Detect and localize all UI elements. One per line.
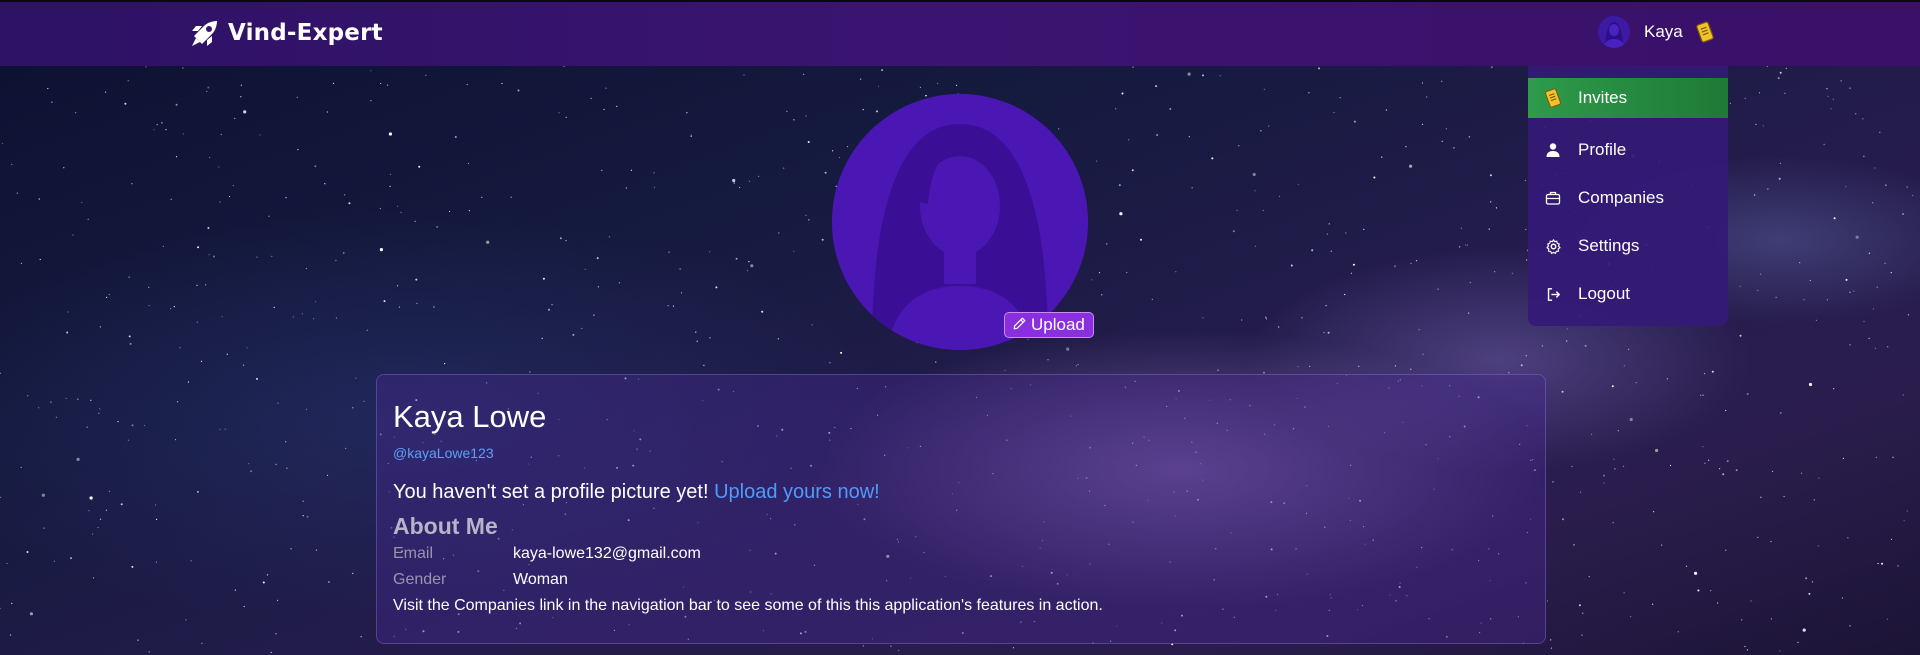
user-avatar <box>1598 16 1630 48</box>
gender-value: Woman <box>513 571 568 588</box>
menu-item-invites[interactable]: Invites <box>1528 78 1728 118</box>
menu-item-logout[interactable]: Logout <box>1528 274 1728 314</box>
invite-notification-icon <box>1693 20 1717 44</box>
user-dropdown-menu: Invites Profile Companies Settings Logou… <box>1528 66 1728 326</box>
upload-button-label: Upload <box>1031 315 1085 334</box>
profile-handle: @kayaLowe123 <box>393 445 494 461</box>
upload-picture-button[interactable]: Upload <box>1004 312 1094 338</box>
upload-now-link[interactable]: Upload yours now! <box>714 481 880 503</box>
menu-item-companies[interactable]: Companies <box>1528 178 1728 218</box>
menu-item-label: Invites <box>1578 88 1628 107</box>
no-picture-message: You haven't set a profile picture yet! U… <box>393 481 880 504</box>
menu-item-settings[interactable]: Settings <box>1528 226 1728 266</box>
menu-item-label: Profile <box>1578 140 1627 159</box>
gender-label: Gender <box>393 571 447 588</box>
brand-name: Vind-Expert <box>228 20 383 46</box>
rocket-icon <box>190 18 220 48</box>
user-name: Kaya <box>1644 22 1683 41</box>
person-icon <box>1542 139 1564 161</box>
menu-item-label: Companies <box>1578 188 1664 207</box>
invite-icon <box>1542 87 1564 109</box>
about-heading: About Me <box>393 513 498 539</box>
profile-card: Kaya Lowe @kayaLowe123 You haven't set a… <box>376 374 1546 644</box>
menu-item-profile[interactable]: Profile <box>1528 130 1728 170</box>
email-value: kaya-lowe132@gmail.com <box>513 545 701 562</box>
top-navigation-bar: Vind-Expert Kaya <box>0 0 1920 66</box>
profile-full-name: Kaya Lowe <box>393 399 547 434</box>
pencil-icon <box>1013 315 1026 335</box>
brand-link[interactable]: Vind-Expert <box>190 18 383 48</box>
menu-item-label: Logout <box>1578 284 1630 303</box>
user-menu-toggle[interactable]: Kaya <box>1598 16 1717 48</box>
email-label: Email <box>393 545 434 562</box>
briefcase-icon <box>1542 187 1564 209</box>
companies-hint: Visit the Companies link in the navigati… <box>393 597 1103 614</box>
gear-icon <box>1542 235 1564 257</box>
no-picture-text: You haven't set a profile picture yet! <box>393 481 709 503</box>
logout-icon <box>1542 283 1564 305</box>
menu-item-label: Settings <box>1578 236 1640 255</box>
